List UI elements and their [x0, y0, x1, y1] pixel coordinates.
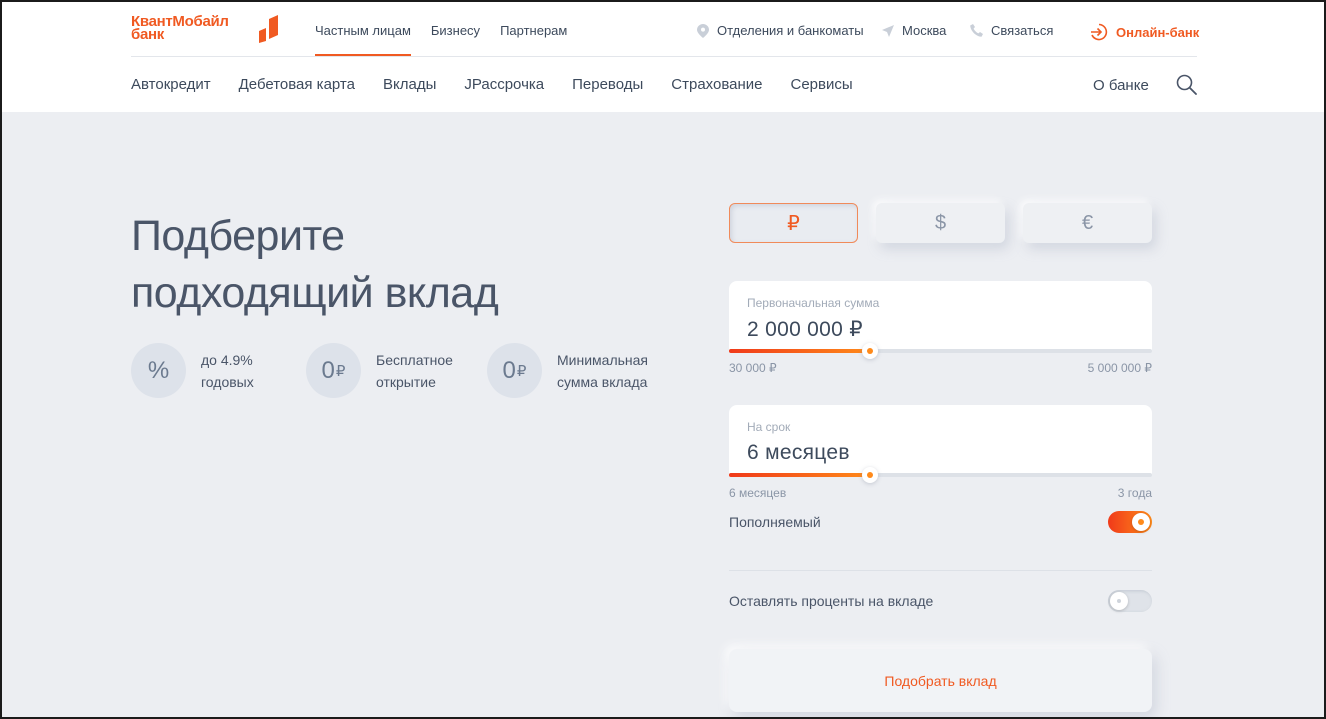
phone-icon: [970, 24, 983, 37]
term-slider-fill: [729, 473, 871, 477]
segment-business-label: Бизнесу: [430, 23, 481, 38]
zero-ruble-icon-sign: ₽: [516, 362, 527, 380]
amount-field-label: Первоначальная сумма: [747, 296, 880, 310]
feature-free-opening-line-2: открытие: [376, 373, 436, 390]
branches-link[interactable]: Отделения и банкоматы: [697, 23, 864, 38]
currency-rub-button[interactable]: ₽: [729, 203, 858, 243]
brand-mark-icon: [259, 15, 278, 43]
segment-business[interactable]: Бизнесу: [431, 23, 480, 56]
replenishable-row: Пополняемый: [729, 511, 1152, 533]
term-slider[interactable]: [729, 467, 1152, 483]
replenishable-toggle[interactable]: [1108, 511, 1152, 533]
nav-item-autocredit[interactable]: Автокредит: [131, 76, 211, 93]
zero-ruble-icon-sign: ₽: [335, 362, 346, 380]
amount-range: 30 000 ₽ 5 000 000 ₽: [729, 361, 1152, 375]
amount-slider-fill: [729, 349, 871, 353]
dollar-icon: $: [934, 211, 947, 234]
segment-private-label: Частным лицам: [315, 23, 411, 38]
feature-min-amount-text: Минимальная сумма вклада: [557, 349, 667, 393]
navigation-arrow-icon: [882, 24, 894, 37]
feature-rate-line-1: до 4.9%: [201, 351, 253, 368]
online-bank-label: Онлайн-банк: [1116, 24, 1200, 40]
segment-partners[interactable]: Партнерам: [500, 23, 567, 56]
main-nav: Автокредит Дебетовая карта Вклады JРасср…: [131, 76, 853, 93]
ruble-icon: ₽: [787, 212, 800, 235]
amount-min-label: 30 000 ₽: [729, 361, 777, 375]
keep-interest-toggle-knob: [1110, 592, 1128, 610]
zero-ruble-icon-digit: 0: [502, 356, 516, 384]
nav-item-services[interactable]: Сервисы: [791, 76, 853, 93]
branches-label: Отделения и банкоматы: [717, 23, 864, 38]
nav-item-insurance[interactable]: Страхование: [671, 76, 762, 93]
feature-rate-line-2: годовых: [201, 373, 254, 390]
segment-partners-label: Партнерам: [500, 23, 568, 38]
city-selector[interactable]: Москва: [882, 23, 946, 38]
zero-ruble-icon: 0 ₽: [487, 343, 542, 398]
options-divider: [729, 570, 1152, 571]
nav-item-debit-card[interactable]: Дебетовая карта: [239, 76, 355, 93]
currency-usd-button[interactable]: $: [876, 203, 1005, 243]
segment-private[interactable]: Частным лицам: [315, 23, 411, 56]
city-label: Москва: [902, 23, 947, 38]
keep-interest-toggle[interactable]: [1108, 590, 1152, 612]
euro-icon: €: [1081, 211, 1094, 234]
amount-slider-handle[interactable]: [862, 343, 879, 359]
header-divider: [131, 56, 1197, 57]
page-title: Подберите подходящий вклад: [131, 208, 499, 322]
location-pin-icon: [697, 23, 709, 38]
feature-free-opening-text: Бесплатное открытие: [376, 349, 486, 393]
percent-icon: %: [131, 343, 186, 398]
term-field-label: На срок: [747, 420, 791, 434]
brand-logo[interactable]: КвантМобайл банк: [131, 14, 281, 45]
term-max-label: 3 года: [1117, 486, 1152, 500]
term-min-label: 6 месяцев: [729, 486, 787, 500]
feature-free-opening-line-1: Бесплатное: [376, 351, 453, 368]
zero-ruble-icon: 0 ₽: [306, 343, 361, 398]
find-deposit-button-label: Подобрать вклад: [884, 672, 997, 689]
contact-link[interactable]: Связаться: [970, 23, 1053, 38]
find-deposit-button[interactable]: Подобрать вклад: [729, 649, 1152, 712]
search-icon[interactable]: [1176, 74, 1197, 95]
about-bank-link[interactable]: О банке: [1093, 77, 1149, 94]
page-title-line-2: подходящий вклад: [131, 269, 499, 317]
nav-item-deposits[interactable]: Вклады: [383, 76, 436, 93]
feature-min-amount-line-2: сумма вклада: [557, 373, 648, 390]
keep-interest-label: Оставлять проценты на вкладе: [729, 593, 934, 609]
term-slider-handle[interactable]: [862, 467, 879, 483]
feature-rate: % до 4.9% годовых: [131, 343, 291, 398]
feature-free-opening: 0 ₽ Бесплатное открытие: [306, 343, 486, 398]
feature-rate-text: до 4.9% годовых: [201, 349, 291, 393]
term-range: 6 месяцев 3 года: [729, 486, 1152, 500]
term-field[interactable]: На срок 6 месяцев: [729, 405, 1152, 475]
brand-wordmark: КвантМобайл банк: [131, 14, 229, 42]
replenishable-label: Пополняемый: [729, 514, 821, 530]
nav-item-transfers[interactable]: Переводы: [572, 76, 643, 93]
amount-slider[interactable]: [729, 343, 1152, 359]
zero-ruble-icon-digit: 0: [321, 356, 335, 384]
login-icon: [1091, 23, 1108, 41]
amount-field[interactable]: Первоначальная сумма 2 000 000 ₽: [729, 281, 1152, 351]
replenishable-toggle-knob: [1132, 513, 1150, 531]
nav-item-installments[interactable]: JРассрочка: [464, 76, 544, 93]
segment-nav: Частным лицам Бизнесу Партнерам: [315, 23, 567, 56]
percent-icon-glyph: %: [147, 356, 170, 384]
amount-field-value[interactable]: 2 000 000 ₽: [747, 317, 863, 342]
feature-min-amount-line-1: Минимальная: [557, 351, 649, 368]
page-title-line-1: Подберите: [131, 212, 345, 260]
currency-eur-button[interactable]: €: [1023, 203, 1152, 243]
keep-interest-row: Оставлять проценты на вкладе: [729, 590, 1152, 612]
site-header: КвантМобайл банк Частным лицам Бизнесу П…: [0, 0, 1326, 112]
online-bank-link[interactable]: Онлайн-банк: [1090, 23, 1199, 41]
amount-max-label: 5 000 000 ₽: [1087, 361, 1152, 375]
contact-label: Связаться: [991, 23, 1054, 38]
term-field-value[interactable]: 6 месяцев: [747, 441, 850, 465]
feature-min-amount: 0 ₽ Минимальная сумма вклада: [487, 343, 667, 398]
